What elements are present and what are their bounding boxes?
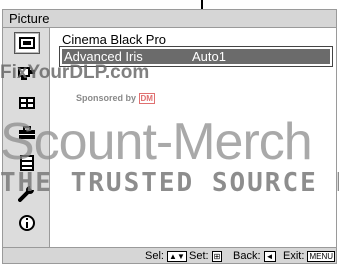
watermark-brand: Scount-Merch — [0, 113, 313, 171]
watermark-sponsor: Sponsored by DM — [76, 93, 155, 104]
menu-item-value: Auto1 — [192, 49, 226, 64]
sidebar-item-information[interactable] — [14, 212, 40, 234]
menu-title: Picture — [9, 11, 50, 26]
status-exit: Exit: MENU — [283, 250, 336, 262]
top-margin — [0, 0, 339, 9]
set-label: Set: — [189, 250, 209, 262]
sidebar-item-screen[interactable] — [14, 92, 40, 114]
watermark-site: FixYourDLP.com — [0, 62, 150, 83]
information-icon — [19, 215, 35, 231]
status-set: Set: ⊞ — [189, 250, 223, 262]
left-key-icon: ◄ — [263, 250, 276, 262]
sel-label: Sel: — [145, 250, 164, 262]
screen-icon — [19, 97, 35, 109]
watermark-tagline: THE TRUSTED SOURCE FO — [0, 168, 339, 198]
back-label: Back: — [233, 250, 261, 262]
menu-key-icon: MENU — [307, 250, 336, 262]
projector-menu-screen: Picture Cinema Black Pro Advanced Iris A… — [0, 0, 339, 264]
status-bar: Sel: ▲▼ Set: ⊞ Back: ◄ Exit: MENU — [2, 247, 337, 264]
status-sel: Sel: ▲▼ — [145, 250, 187, 262]
up-down-keys-icon: ▲▼ — [167, 250, 187, 262]
sponsor-logo: DM — [138, 93, 155, 104]
menu-title-bar: Picture — [2, 9, 337, 28]
sidebar-item-picture[interactable] — [14, 32, 40, 54]
status-back: Back: ◄ — [233, 250, 276, 262]
menu-item-label: Cinema Black Pro — [62, 32, 167, 47]
picture-icon — [19, 37, 35, 49]
enter-key-icon: ⊞ — [211, 250, 223, 262]
exit-label: Exit: — [283, 250, 305, 262]
sponsored-by-text: Sponsored by — [76, 93, 137, 103]
